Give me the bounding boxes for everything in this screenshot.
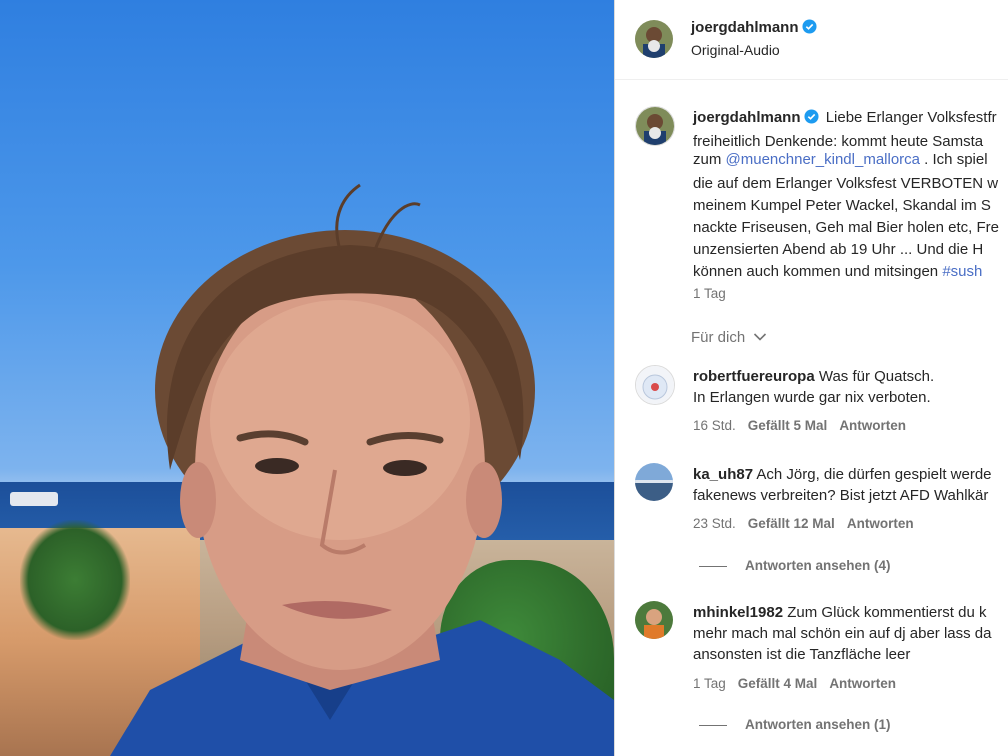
comment-time: 1 Tag bbox=[693, 676, 726, 691]
person-selfie bbox=[110, 183, 614, 756]
original-audio-link[interactable]: Original-Audio bbox=[691, 42, 780, 58]
caption-text: Liebe Erlanger Volksfestfr bbox=[825, 109, 997, 126]
likes-count[interactable]: Gefällt 12 Mal bbox=[748, 516, 835, 531]
comment-avatar[interactable] bbox=[635, 463, 673, 501]
caption-text: . Ich spiel bbox=[920, 151, 988, 168]
comment-text: Was für Quatsch. bbox=[818, 368, 935, 385]
header-username[interactable]: joergdahlmann bbox=[691, 19, 799, 36]
comments-sidebar: joergdahlmann Original-Audio joergdahlma… bbox=[614, 0, 1008, 756]
verified-badge-icon bbox=[803, 109, 819, 124]
comment-avatar[interactable] bbox=[635, 365, 675, 405]
caption-line-5: meinem Kumpel Peter Wackel, Skandal im S bbox=[693, 197, 991, 214]
mention-link[interactable]: @muenchner_kindl_mallorca bbox=[726, 151, 921, 168]
caption-line-4: die auf dem Erlanger Volksfest VERBOTEN … bbox=[693, 175, 999, 192]
comment-time: 23 Std. bbox=[693, 516, 736, 531]
comment-text: Zum Glück kommentierst du k bbox=[787, 604, 987, 621]
divider bbox=[699, 724, 727, 726]
comment-avatar[interactable] bbox=[635, 601, 673, 639]
caption-text: können auch kommen und mitsingen bbox=[693, 263, 943, 280]
caption-line-8: können auch kommen und mitsingen #sush bbox=[693, 260, 982, 284]
view-replies-label: Antworten ansehen (1) bbox=[745, 717, 891, 732]
caption-line-6: nackte Friseusen, Geh mal Bier holen etc… bbox=[693, 219, 999, 236]
hashtag-link[interactable]: #sush bbox=[942, 263, 982, 280]
comment-text: In Erlangen wurde gar nix verboten. bbox=[693, 389, 931, 406]
comment-meta: 23 Std. Gefällt 12 Mal Antworten bbox=[693, 516, 914, 531]
post-header: joergdahlmann Original-Audio bbox=[615, 0, 1008, 80]
caption-line-3: zum @muenchner_kindl_mallorca . Ich spie… bbox=[693, 148, 988, 172]
view-replies-label: Antworten ansehen (4) bbox=[745, 558, 891, 573]
view-replies-button[interactable]: Antworten ansehen (1) bbox=[699, 717, 891, 732]
sort-label: Für dich bbox=[691, 329, 746, 346]
comment-text: fakenews verbreiten? Bist jetzt AFD Wahl… bbox=[693, 487, 989, 504]
likes-count[interactable]: Gefällt 4 Mal bbox=[738, 676, 818, 691]
comment-username[interactable]: robertfuereuropa bbox=[693, 368, 815, 385]
caption-line-1: joergdahlmann Liebe Erlanger Volksfestfr bbox=[693, 106, 997, 130]
reply-button[interactable]: Antworten bbox=[847, 516, 914, 531]
comment-time: 16 Std. bbox=[693, 418, 736, 433]
chevron-down-icon bbox=[754, 333, 767, 341]
caption-username[interactable]: joergdahlmann bbox=[693, 109, 801, 126]
likes-count[interactable]: Gefällt 5 Mal bbox=[748, 418, 828, 433]
comment-username[interactable]: ka_uh87 bbox=[693, 466, 753, 483]
comment-sort-dropdown[interactable]: Für dich bbox=[691, 329, 767, 346]
divider bbox=[699, 565, 727, 567]
comment-meta: 16 Std. Gefällt 5 Mal Antworten bbox=[693, 418, 906, 433]
comment-text: Ach Jörg, die dürfen gespielt werde bbox=[756, 466, 992, 483]
verified-badge-icon bbox=[801, 19, 817, 34]
caption-time: 1 Tag bbox=[693, 286, 726, 301]
caption-avatar[interactable] bbox=[635, 106, 675, 146]
comment-username[interactable]: mhinkel1982 bbox=[693, 604, 783, 621]
reply-button[interactable]: Antworten bbox=[839, 418, 906, 433]
comment-text: ansonsten ist die Tanzfläche leer bbox=[693, 646, 911, 663]
reel-video[interactable] bbox=[0, 0, 614, 756]
reply-button[interactable]: Antworten bbox=[829, 676, 896, 691]
caption-text: zum bbox=[693, 151, 726, 168]
caption-line-7: unzensierten Abend ab 19 Uhr ... Und die… bbox=[693, 241, 984, 258]
comment-meta: 1 Tag Gefällt 4 Mal Antworten bbox=[693, 676, 896, 691]
view-replies-button[interactable]: Antworten ansehen (4) bbox=[699, 558, 891, 573]
avatar[interactable] bbox=[635, 20, 673, 58]
